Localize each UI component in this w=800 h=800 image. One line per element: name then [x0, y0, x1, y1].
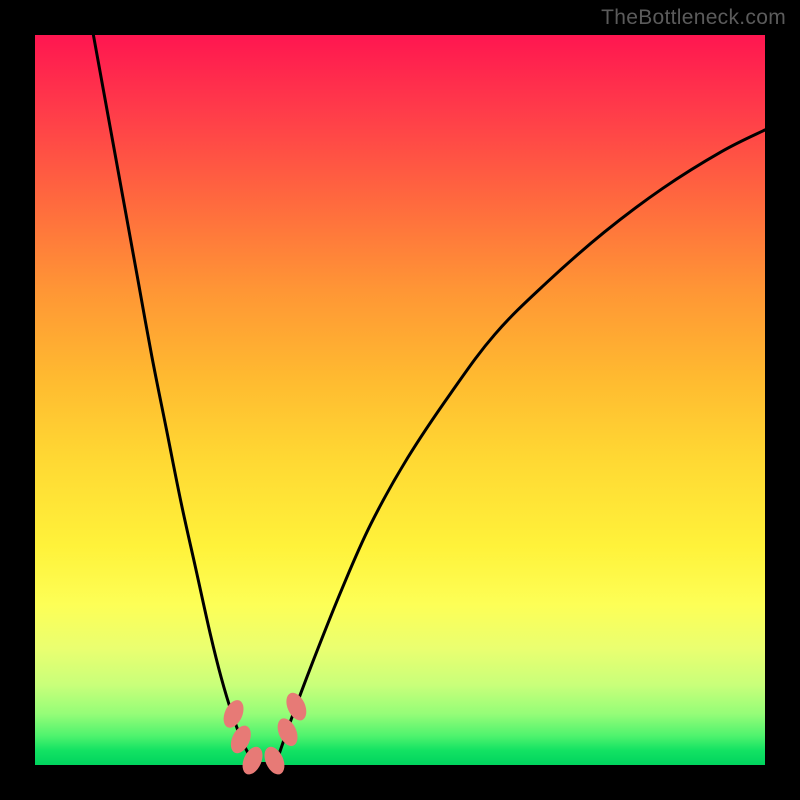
curve-marker	[274, 715, 302, 749]
watermark-label: TheBottleneck.com	[601, 6, 786, 30]
curve-marker	[220, 697, 248, 731]
plot-area	[35, 35, 765, 765]
curve-marker	[260, 744, 288, 778]
curve-svg	[35, 35, 765, 765]
bottleneck-curve	[93, 35, 765, 764]
chart-frame: TheBottleneck.com	[0, 0, 800, 800]
curve-marker	[282, 690, 310, 724]
